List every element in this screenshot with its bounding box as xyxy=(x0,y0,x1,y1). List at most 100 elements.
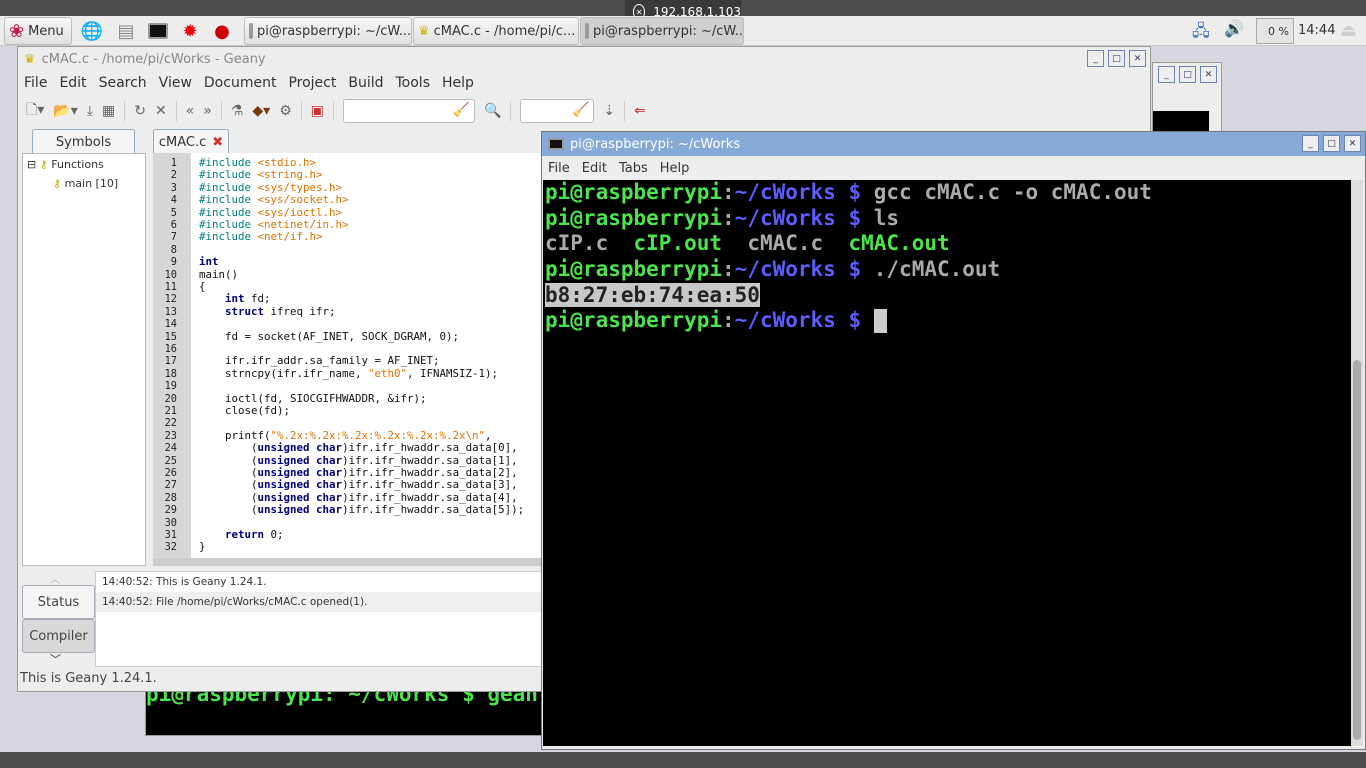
menu-file[interactable]: File xyxy=(548,161,570,176)
tab-compiler[interactable]: Compiler xyxy=(22,619,95,653)
clock[interactable]: 14:44 xyxy=(1298,23,1335,38)
color-chooser-icon[interactable]: ▣ xyxy=(311,103,324,119)
volume-icon[interactable]: 🔊 xyxy=(1224,19,1244,38)
new-file-icon[interactable]: 🗋▾ xyxy=(26,99,44,123)
code-text: #include <net/if.h> xyxy=(199,230,323,244)
terminal-scrollbar[interactable] xyxy=(1351,180,1363,746)
task-terminal-1[interactable]: pi@raspberrypi: ~/cW... xyxy=(244,17,412,45)
file-manager-icon[interactable]: ▤ xyxy=(114,19,138,43)
minimize-icon[interactable]: _ xyxy=(1302,135,1319,152)
background-window[interactable]: _ □ ✕ xyxy=(1152,62,1222,133)
terminal-output[interactable]: pi@raspberrypi:~/cWorks $ gcc cMAC.c -o … xyxy=(543,180,1353,746)
taskbar: ❀ Menu 🌐 ▤ ✹ ● pi@raspberrypi: ~/cW... ♛ c… xyxy=(0,16,1366,46)
menu-search[interactable]: Search xyxy=(99,75,147,91)
line-number: 7 xyxy=(170,231,177,244)
code-line: 14 xyxy=(153,318,543,330)
close-icon[interactable]: ✕ xyxy=(1129,50,1146,67)
goto-line-icon[interactable]: ⇣ xyxy=(603,103,615,119)
compile-icon[interactable]: ⚗ xyxy=(231,103,244,119)
background-terminal[interactable]: pi@raspberrypi: ~/cWorks $ gean xyxy=(145,688,545,736)
line-number: 9 xyxy=(170,256,177,269)
menu-project[interactable]: Project xyxy=(288,75,336,91)
minimize-icon[interactable]: _ xyxy=(1087,50,1104,67)
line-number: 26 xyxy=(164,467,177,479)
line-number: 15 xyxy=(164,330,177,343)
scroll-up-icon[interactable]: ︿ xyxy=(50,571,60,586)
minimize-icon[interactable]: _ xyxy=(1158,66,1175,83)
cpu-monitor: 0 % xyxy=(1256,18,1294,44)
network-icon[interactable]: 🖧 xyxy=(1192,20,1210,47)
terminal-icon xyxy=(585,23,589,39)
forward-icon[interactable]: » xyxy=(203,103,212,119)
maximize-icon[interactable]: □ xyxy=(1323,135,1340,152)
line-number: 22 xyxy=(164,417,177,430)
quit-icon[interactable]: ⇐ xyxy=(634,103,646,119)
terminal-icon xyxy=(249,23,253,39)
menu-tabs[interactable]: Tabs xyxy=(619,161,648,176)
title-bar[interactable]: pi@raspberrypi: ~/cWorks _ □ ✕ xyxy=(542,132,1365,156)
code-text: int xyxy=(199,255,219,269)
revert-icon[interactable]: ↻ xyxy=(134,103,146,119)
menu-bar: File Edit Tabs Help xyxy=(542,156,1365,180)
terminal-window[interactable]: pi@raspberrypi: ~/cWorks _ □ ✕ File Edit Tab… xyxy=(541,131,1366,750)
open-file-icon[interactable]: 📂▾ xyxy=(53,103,77,119)
code-line: 18 strncpy(ifr.ifr_name, "eth0", IFNAMSI… xyxy=(153,366,543,380)
back-icon[interactable]: « xyxy=(186,103,195,119)
menu-document[interactable]: Document xyxy=(204,75,277,91)
symbol-item[interactable]: ⚷ main [10] xyxy=(23,171,145,190)
close-file-icon[interactable]: ✕ xyxy=(155,103,167,119)
menu-edit[interactable]: Edit xyxy=(59,75,86,91)
code-editor[interactable]: 1 #include <stdio.h> 2 #include <string.h> 3… xyxy=(153,153,543,558)
geany-icon: ♛ xyxy=(418,23,430,39)
goto-line-input[interactable]: 🧹 xyxy=(520,99,595,123)
maximize-icon[interactable]: □ xyxy=(1179,66,1196,83)
menu-build[interactable]: Build xyxy=(348,75,383,91)
wolfram-icon[interactable]: ● xyxy=(210,19,234,43)
clear-icon[interactable]: 🧹 xyxy=(453,102,470,118)
menu-help[interactable]: Help xyxy=(442,75,474,91)
close-icon[interactable]: ✕ xyxy=(1344,135,1361,152)
horizontal-scrollbar[interactable] xyxy=(153,558,543,566)
title-bar[interactable]: ♛ cMAC.c - /home/pi/cWorks - Geany _ □ ✕ xyxy=(18,47,1150,71)
code-text: strncpy(ifr.ifr_name, "eth0", IFNAMSIZ-1… xyxy=(199,366,499,380)
scroll-down-icon[interactable]: ﹀ xyxy=(50,651,61,667)
menu-edit[interactable]: Edit xyxy=(582,161,607,176)
symbol-group-functions[interactable]: ⊟ ⚷ Functions xyxy=(23,154,145,171)
tab-symbols[interactable]: Symbols xyxy=(32,129,135,154)
eject-icon[interactable]: ⏏ xyxy=(1340,20,1357,41)
save-icon[interactable]: ⤓ xyxy=(87,103,93,119)
tab-cmac-c[interactable]: cMAC.c ✖ xyxy=(153,129,229,154)
line-number: 32 xyxy=(164,541,177,554)
code-line: 15 fd = socket(AF_INET, SOCK_DGRAM, 0); xyxy=(153,330,543,343)
line-number: 30 xyxy=(164,516,177,529)
terminal-line: pi@raspberrypi:~/cWorks $ gcc cMAC.c -o … xyxy=(545,180,1152,204)
close-tab-icon[interactable]: ✖ xyxy=(212,135,223,150)
web-browser-icon[interactable]: 🌐 xyxy=(80,19,104,43)
line-number: 31 xyxy=(164,529,177,541)
mathematica-icon[interactable]: ✹ xyxy=(178,19,202,43)
menu-tools[interactable]: Tools xyxy=(396,75,431,91)
tab-status[interactable]: Status xyxy=(22,585,95,619)
clear-icon[interactable]: 🧹 xyxy=(572,102,589,118)
terminal-icon[interactable] xyxy=(146,19,170,43)
line-number: 6 xyxy=(170,219,177,231)
save-all-icon[interactable]: ▦ xyxy=(102,103,115,119)
code-line: 9 int xyxy=(153,255,543,269)
task-terminal-2[interactable]: pi@raspberrypi: ~/cW... xyxy=(580,17,744,45)
line-number: 17 xyxy=(164,355,177,368)
menu-button[interactable]: ❀ Menu xyxy=(4,17,72,45)
menu-help[interactable]: Help xyxy=(660,161,690,176)
task-geany[interactable]: ♛ cMAC.c - /home/pi/c... xyxy=(413,17,579,45)
build-icon[interactable]: ◆▾ xyxy=(252,103,270,119)
code-text: close(fd); xyxy=(199,404,291,417)
menu-bar: File Edit Search View Document Project Build To… xyxy=(18,71,1150,95)
execute-icon[interactable]: ⚙ xyxy=(279,103,292,119)
raspberry-icon: ❀ xyxy=(9,20,25,42)
menu-view[interactable]: View xyxy=(159,75,192,91)
close-icon[interactable]: ✕ xyxy=(1200,66,1217,83)
status-bar: This is Geany 1.24.1. xyxy=(20,671,157,686)
menu-file[interactable]: File xyxy=(24,75,47,91)
search-icon[interactable]: 🔍 xyxy=(484,103,501,119)
search-input[interactable]: 🧹 xyxy=(342,99,475,123)
maximize-icon[interactable]: □ xyxy=(1108,50,1125,67)
